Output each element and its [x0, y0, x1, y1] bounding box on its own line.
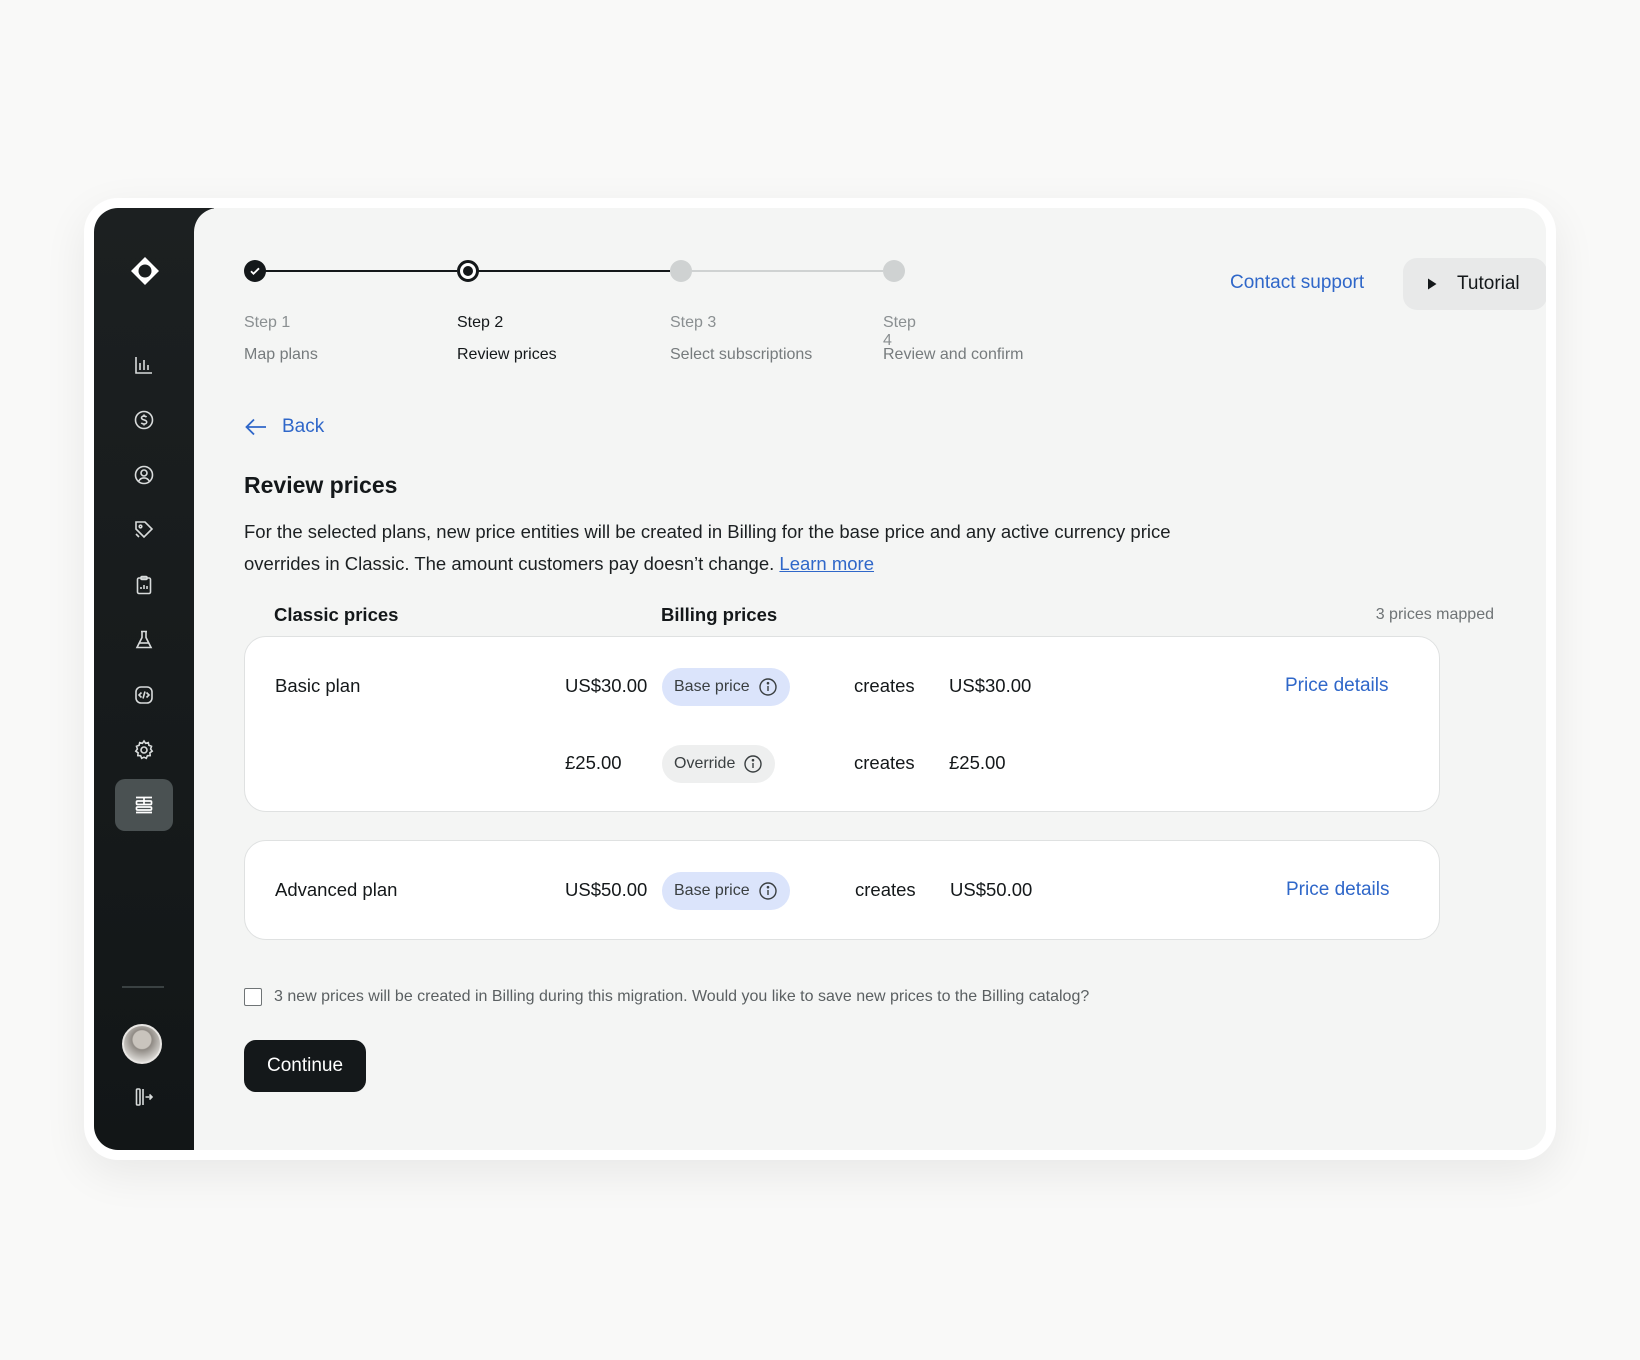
logo-icon[interactable] — [130, 256, 160, 286]
app-window: Step 1 Map plans Step 2 Review prices St… — [94, 208, 1546, 1150]
customers-icon — [134, 465, 154, 485]
plan-name: Advanced plan — [275, 879, 398, 900]
reports-icon — [136, 575, 152, 595]
step-connector — [468, 270, 670, 272]
collapse-icon — [135, 1088, 154, 1106]
save-to-catalog-checkbox[interactable] — [244, 988, 262, 1006]
prices-mapped-count: 3 prices mapped — [1375, 606, 1494, 623]
price-details-link[interactable]: Price details — [1286, 879, 1390, 901]
avatar[interactable] — [122, 1024, 162, 1064]
tag-label: Base price — [674, 678, 750, 695]
classic-price: US$30.00 — [565, 675, 648, 696]
description-text: For the selected plans, new price entiti… — [244, 521, 1171, 574]
sidebar-item-migration[interactable] — [115, 779, 173, 831]
checkbox-label: 3 new prices will be created in Billing … — [274, 988, 1090, 1005]
tutorial-label: Tutorial — [1457, 273, 1520, 294]
contact-support-link[interactable]: Contact support — [1230, 272, 1364, 294]
billing-prices-header: Billing prices — [661, 604, 778, 625]
step-number: Step 1 — [244, 314, 291, 331]
sidebar-item-reports[interactable] — [115, 559, 173, 611]
classic-prices-header: Classic prices — [274, 604, 399, 625]
step-name: Review prices — [457, 346, 557, 363]
main-content: Step 1 Map plans Step 2 Review prices St… — [194, 208, 1546, 1150]
billing-price: £25.00 — [949, 752, 1006, 773]
plan-card: Basic plan US$30.00 Base price creates U… — [244, 636, 1440, 812]
plan-name: Basic plan — [275, 675, 361, 696]
arrow-left-icon — [245, 418, 266, 436]
learn-more-link[interactable]: Learn more — [779, 553, 874, 574]
step-name[interactable]: Map plans — [244, 346, 318, 364]
classic-price: £25.00 — [565, 752, 622, 773]
step-connector — [255, 270, 457, 272]
pricing-icon — [135, 521, 154, 539]
step-name: Review and confirm — [883, 346, 1024, 363]
creates-label: creates — [855, 879, 916, 900]
sidebar-item-analytics[interactable] — [115, 339, 173, 391]
play-icon — [1428, 278, 1437, 290]
base-price-tag: Base price — [662, 872, 790, 910]
developers-icon — [135, 686, 153, 704]
page-description: For the selected plans, new price entiti… — [244, 516, 1204, 580]
billing-icon — [134, 410, 154, 430]
override-tag: Override — [662, 745, 776, 783]
stepper: Step 1 Map plans Step 2 Review prices St… — [244, 260, 1024, 370]
creates-label: creates — [854, 675, 915, 696]
step-3-todo-icon — [670, 260, 692, 282]
step-number: Step 2 — [457, 314, 504, 331]
sidebar-item-experiments[interactable] — [115, 614, 173, 666]
classic-price: US$50.00 — [565, 879, 648, 900]
save-to-catalog-option[interactable]: 3 new prices will be created in Billing … — [244, 988, 1089, 1006]
sidebar-item-settings[interactable] — [115, 724, 173, 776]
base-price-tag: Base price — [662, 668, 790, 706]
back-link[interactable]: Back — [244, 416, 324, 438]
tag-label: Override — [674, 755, 736, 772]
price-details-link[interactable]: Price details — [1285, 675, 1389, 697]
step-connector — [681, 270, 883, 272]
back-label: Back — [282, 416, 325, 437]
sidebar-item-customers[interactable] — [115, 449, 173, 501]
billing-price: US$50.00 — [950, 879, 1033, 900]
info-icon[interactable] — [758, 677, 778, 697]
page-title: Review prices — [244, 472, 398, 498]
experiments-icon — [135, 630, 153, 649]
settings-icon — [134, 739, 154, 760]
step-number: Step 3 — [670, 314, 717, 331]
sidebar-item-billing[interactable] — [115, 394, 173, 446]
analytics-icon — [135, 357, 152, 374]
sidebar-divider — [122, 986, 164, 988]
billing-price: US$30.00 — [949, 675, 1032, 696]
step-name: Select subscriptions — [670, 346, 813, 363]
info-icon[interactable] — [758, 881, 778, 901]
step-4-todo-icon — [883, 260, 905, 282]
step-number: Step 4 — [883, 314, 916, 349]
sidebar-item-developers[interactable] — [115, 669, 173, 721]
sidebar-item-pricing[interactable] — [115, 504, 173, 556]
tutorial-button[interactable]: Tutorial — [1403, 258, 1546, 310]
migration-icon — [135, 796, 153, 814]
step-1-done-icon — [244, 260, 266, 282]
plan-card: Advanced plan US$50.00 Base price create… — [244, 840, 1440, 940]
tag-label: Base price — [674, 882, 750, 899]
check-icon — [250, 267, 260, 275]
creates-label: creates — [854, 752, 915, 773]
sidebar-collapse[interactable] — [115, 1071, 173, 1123]
step-2-current-icon — [457, 260, 479, 282]
continue-button[interactable]: Continue — [244, 1040, 366, 1092]
info-icon[interactable] — [743, 754, 763, 774]
